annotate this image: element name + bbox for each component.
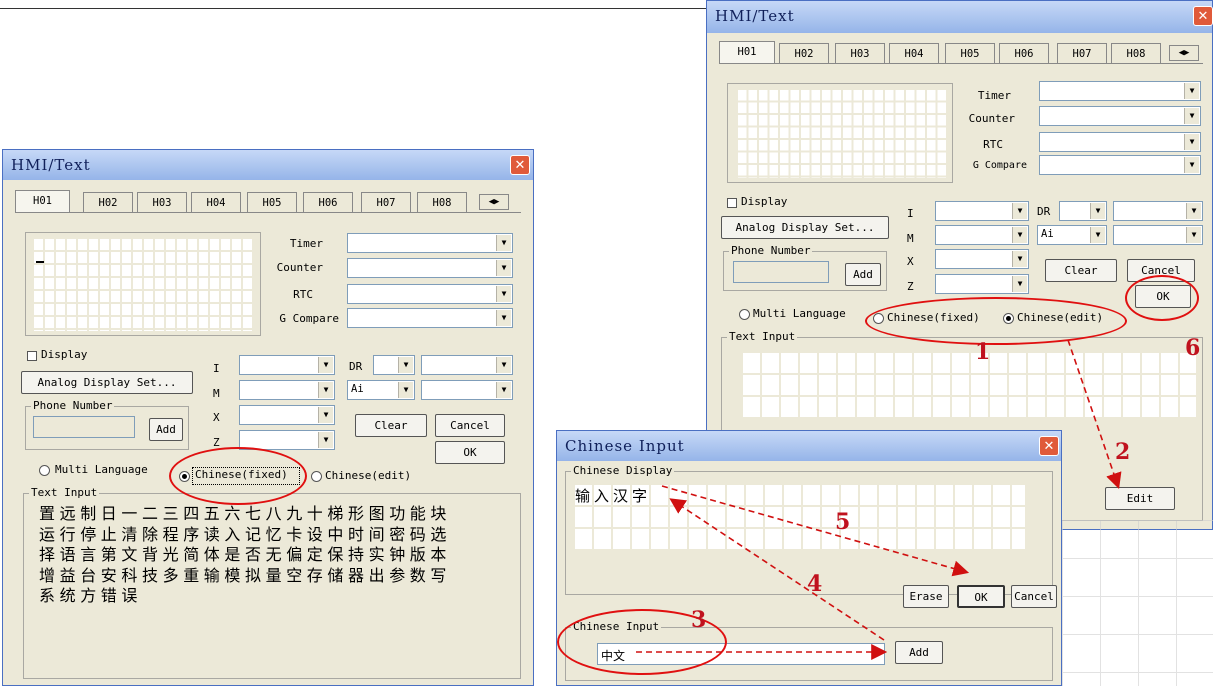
arrow-step-2 (1067, 339, 1122, 490)
arrow-step-4 (669, 498, 885, 641)
annotation-arrows (636, 339, 1122, 660)
arrow-step-5 (661, 485, 970, 577)
